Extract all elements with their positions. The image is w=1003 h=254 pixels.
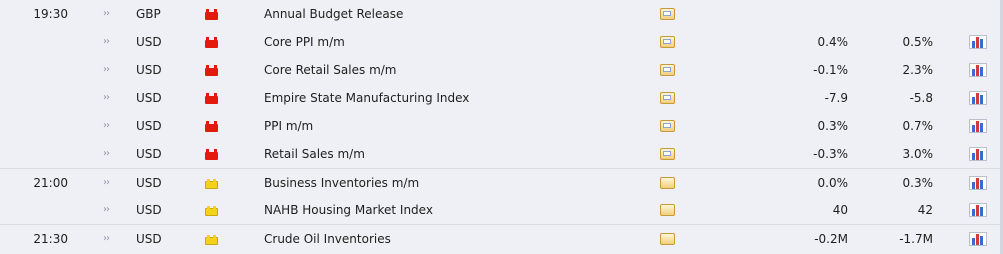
event-name[interactable]: Annual Budget Release [264,0,644,28]
currency-code: USD [136,91,162,105]
event-time [0,112,68,140]
importance-icon [205,121,218,132]
folder-icon[interactable] [660,202,678,218]
folder-icon[interactable] [660,175,678,191]
event-time [0,196,68,224]
event-time [0,140,68,168]
currency-code: USD [136,147,162,161]
table-row[interactable]: ›› USD PPI m/m 0.3% 0.7% [0,112,1003,140]
event-name[interactable]: Core Retail Sales m/m [264,56,644,84]
table-row[interactable]: ›› USD Empire State Manufacturing Index -7.… [0,84,1003,112]
volatility-icon: ›› [103,148,110,159]
event-name[interactable]: Empire State Manufacturing Index [264,84,644,112]
forecast-value: -5.8 [909,91,933,105]
event-time: 19:30 [33,7,68,21]
importance-icon [205,37,218,48]
table-row[interactable]: 21:00 ›› USD Business Inventories m/m 0.0% 0.… [0,168,1003,197]
table-row[interactable]: 19:30 ›› GBP Annual Budget Release [0,0,1003,28]
event-name[interactable]: Core PPI m/m [264,28,644,56]
actual-value: -0.2M [814,232,848,246]
volatility-icon: ›› [103,64,110,75]
chart-icon[interactable] [969,35,987,49]
actual-value: 40 [832,203,848,217]
volatility-icon: ›› [103,36,110,47]
actual-value: 0.0% [817,176,849,190]
forecast-value: 3.0% [902,147,934,161]
currency-code: USD [136,119,162,133]
folder-icon[interactable] [660,231,678,247]
actual-value: 0.3% [817,119,849,133]
currency-code: USD [136,176,162,190]
table-row[interactable]: 21:30 ›› USD Crude Oil Inventories -0.2M -1.7… [0,224,1003,253]
table-row[interactable]: ›› USD Core PPI m/m 0.4% 0.5% [0,28,1003,56]
table-row[interactable]: ›› USD NAHB Housing Market Index 40 42 [0,196,1003,224]
volatility-icon: ›› [103,177,110,188]
forecast-value: 42 [917,203,933,217]
event-name[interactable]: PPI m/m [264,112,644,140]
importance-icon [205,234,218,245]
event-name[interactable]: Retail Sales m/m [264,140,644,168]
importance-icon [205,178,218,189]
volatility-icon: ›› [103,204,110,215]
actual-value [770,0,848,28]
importance-icon [205,205,218,216]
economic-calendar-table: 19:30 ›› GBP Annual Budget Release ›› USD Core… [0,0,1003,254]
currency-code: GBP [136,7,161,21]
actual-value: -0.3% [813,147,848,161]
chart-icon[interactable] [969,232,987,246]
currency-code: USD [136,63,162,77]
event-time [0,84,68,112]
currency-code: USD [136,232,162,246]
volatility-icon: ›› [103,92,110,103]
actual-value: 0.4% [817,35,849,49]
event-time [0,56,68,84]
open-folder-icon[interactable] [660,6,678,22]
chart-icon[interactable] [969,147,987,161]
event-time [0,28,68,56]
event-name[interactable]: NAHB Housing Market Index [264,196,644,224]
event-name[interactable]: Business Inventories m/m [264,169,644,197]
open-folder-icon[interactable] [660,90,678,106]
actual-value: -0.1% [813,63,848,77]
open-folder-icon[interactable] [660,146,678,162]
open-folder-icon[interactable] [660,118,678,134]
event-time: 21:00 [33,176,68,190]
volatility-icon: ›› [103,233,110,244]
open-folder-icon[interactable] [660,34,678,50]
forecast-value: -1.7M [899,232,933,246]
chart-icon[interactable] [969,119,987,133]
currency-code: USD [136,35,162,49]
forecast-value: 0.5% [902,35,934,49]
forecast-value: 0.7% [902,119,934,133]
chart-icon[interactable] [969,91,987,105]
currency-code: USD [136,203,162,217]
importance-icon [205,9,218,20]
chart-icon[interactable] [969,203,987,217]
importance-icon [205,65,218,76]
forecast-value [855,0,933,28]
importance-icon [205,149,218,160]
importance-icon [205,93,218,104]
volatility-icon: ›› [103,120,110,131]
forecast-value: 2.3% [902,63,934,77]
chart-icon[interactable] [969,63,987,77]
event-name[interactable]: Crude Oil Inventories [264,225,644,253]
table-row[interactable]: ›› USD Core Retail Sales m/m -0.1% 2.3% [0,56,1003,84]
forecast-value: 0.3% [902,176,934,190]
event-time: 21:30 [33,232,68,246]
chart-icon[interactable] [969,176,987,190]
volatility-icon: ›› [103,8,110,19]
table-row[interactable]: ›› USD Retail Sales m/m -0.3% 3.0% [0,140,1003,168]
actual-value: -7.9 [824,91,848,105]
open-folder-icon[interactable] [660,62,678,78]
